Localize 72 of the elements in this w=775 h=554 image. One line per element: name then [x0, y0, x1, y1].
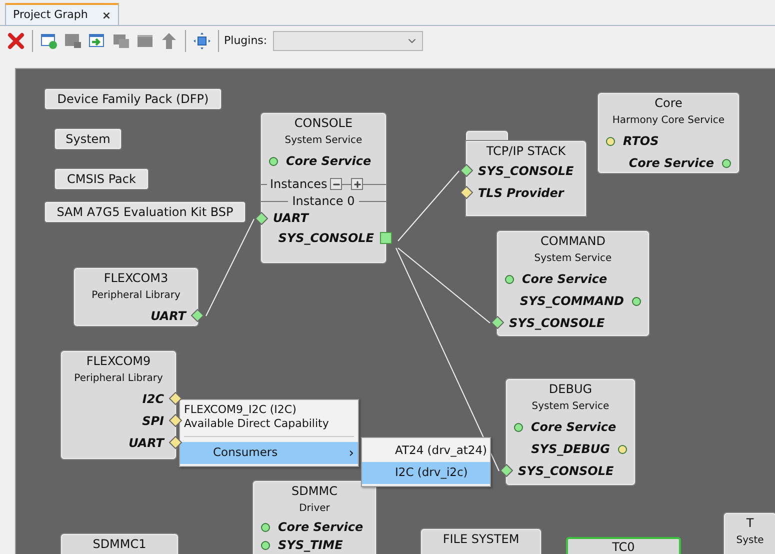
port-label: SYS_CONSOLE: [478, 163, 574, 180]
node-title: FILE SYSTEM: [442, 531, 520, 548]
submenu-item[interactable]: I2C (drv_i2c): [362, 462, 490, 484]
submenu-arrow: ›: [348, 446, 354, 460]
node-title: COMMAND: [540, 233, 606, 250]
node-title: FLEXCOM9: [86, 353, 151, 370]
port-label: SYS_COMMAND: [520, 293, 624, 310]
fit-icon[interactable]: [191, 30, 213, 52]
port-label: SYS_CONSOLE: [518, 463, 614, 480]
folder-card[interactable]: [466, 141, 586, 216]
port-label: Core Service: [278, 519, 364, 536]
node-subtitle: System Service: [534, 252, 612, 266]
port-label: SYS_CONSOLE: [509, 315, 605, 332]
node-subtitle: System Service: [284, 134, 362, 148]
node-title: Core: [654, 95, 682, 112]
port-label: UART: [128, 435, 164, 452]
add-instance-button[interactable]: [351, 178, 364, 190]
instances-label: Instances: [269, 176, 328, 193]
connector-icon[interactable]: [500, 464, 513, 477]
instance-label: Instance 0: [291, 194, 356, 208]
node-subtitle: Peripheral Library: [74, 372, 163, 386]
node-title: SDMMC1: [92, 536, 146, 553]
connector-line: [398, 170, 460, 242]
connector-icon[interactable]: [169, 414, 182, 427]
node-title: FLEXCOM3: [104, 270, 168, 287]
node-title: TC0: [612, 539, 635, 554]
port-label: SPI: [142, 413, 164, 430]
port-label: SYS_CONSOLE: [278, 230, 374, 247]
menu-header: FLEXCOM9_I2C (I2C): [183, 403, 298, 417]
project-graph-tab[interactable]: Project Graph ×: [5, 3, 120, 25]
port-label: Core Service: [531, 419, 616, 436]
connector-icon[interactable]: [191, 309, 204, 322]
pack-button[interactable]: SAM A7G5 Evaluation Kit BSP: [45, 202, 245, 222]
close-button[interactable]: ×: [102, 10, 112, 20]
port-label: UART: [273, 210, 308, 227]
port-label: I2C: [142, 391, 164, 408]
connector-icon[interactable]: [491, 316, 504, 329]
remove-instance-button[interactable]: [330, 178, 342, 190]
node-title: DEBUG: [548, 381, 592, 398]
submenu-item[interactable]: AT24 (drv_at24): [362, 440, 490, 462]
node-title: SDMMC: [292, 483, 338, 500]
port-label: SYS_DEBUG: [531, 441, 610, 458]
connector-icon[interactable]: [460, 186, 473, 199]
port-label: SYS_TIME: [278, 537, 343, 554]
port-label: Core Service: [286, 153, 372, 170]
delete-icon[interactable]: [5, 30, 27, 52]
menu-subheader: Available Direct Capability: [183, 417, 330, 431]
node-title: TCP/IP STACK: [486, 143, 566, 160]
connector-icon[interactable]: [460, 164, 473, 177]
menu-item-label: Consumers: [213, 444, 278, 462]
port-label: UART: [150, 308, 186, 325]
pack-button[interactable]: Device Family Pack (DFP): [45, 89, 221, 109]
menu-item[interactable]: Consumers ›: [180, 442, 358, 464]
plugins-label: Plugins:: [224, 32, 268, 49]
port-label: Core Service: [628, 155, 714, 172]
node-subtitle: Peripheral Library: [92, 289, 180, 303]
connector-icon[interactable]: [255, 212, 268, 225]
node-subtitle: Syste: [736, 534, 764, 548]
tab-label: Project Graph: [13, 6, 88, 23]
plus-icon: [352, 180, 362, 188]
pack-button[interactable]: System: [55, 129, 121, 149]
port-label: RTOS: [623, 133, 659, 150]
port-label: TLS Provider: [478, 185, 564, 202]
node-title: CONSOLE: [294, 115, 353, 132]
node-subtitle: System Service: [532, 400, 610, 414]
connector-icon[interactable]: [169, 436, 182, 449]
node-subtitle: Driver: [299, 502, 330, 516]
pack-button[interactable]: CMSIS Pack: [55, 169, 148, 189]
port-label: Core Service: [522, 271, 608, 288]
node-subtitle: Harmony Core Service: [612, 114, 725, 128]
node-title: T: [746, 515, 754, 532]
connector-icon[interactable]: [169, 392, 182, 405]
